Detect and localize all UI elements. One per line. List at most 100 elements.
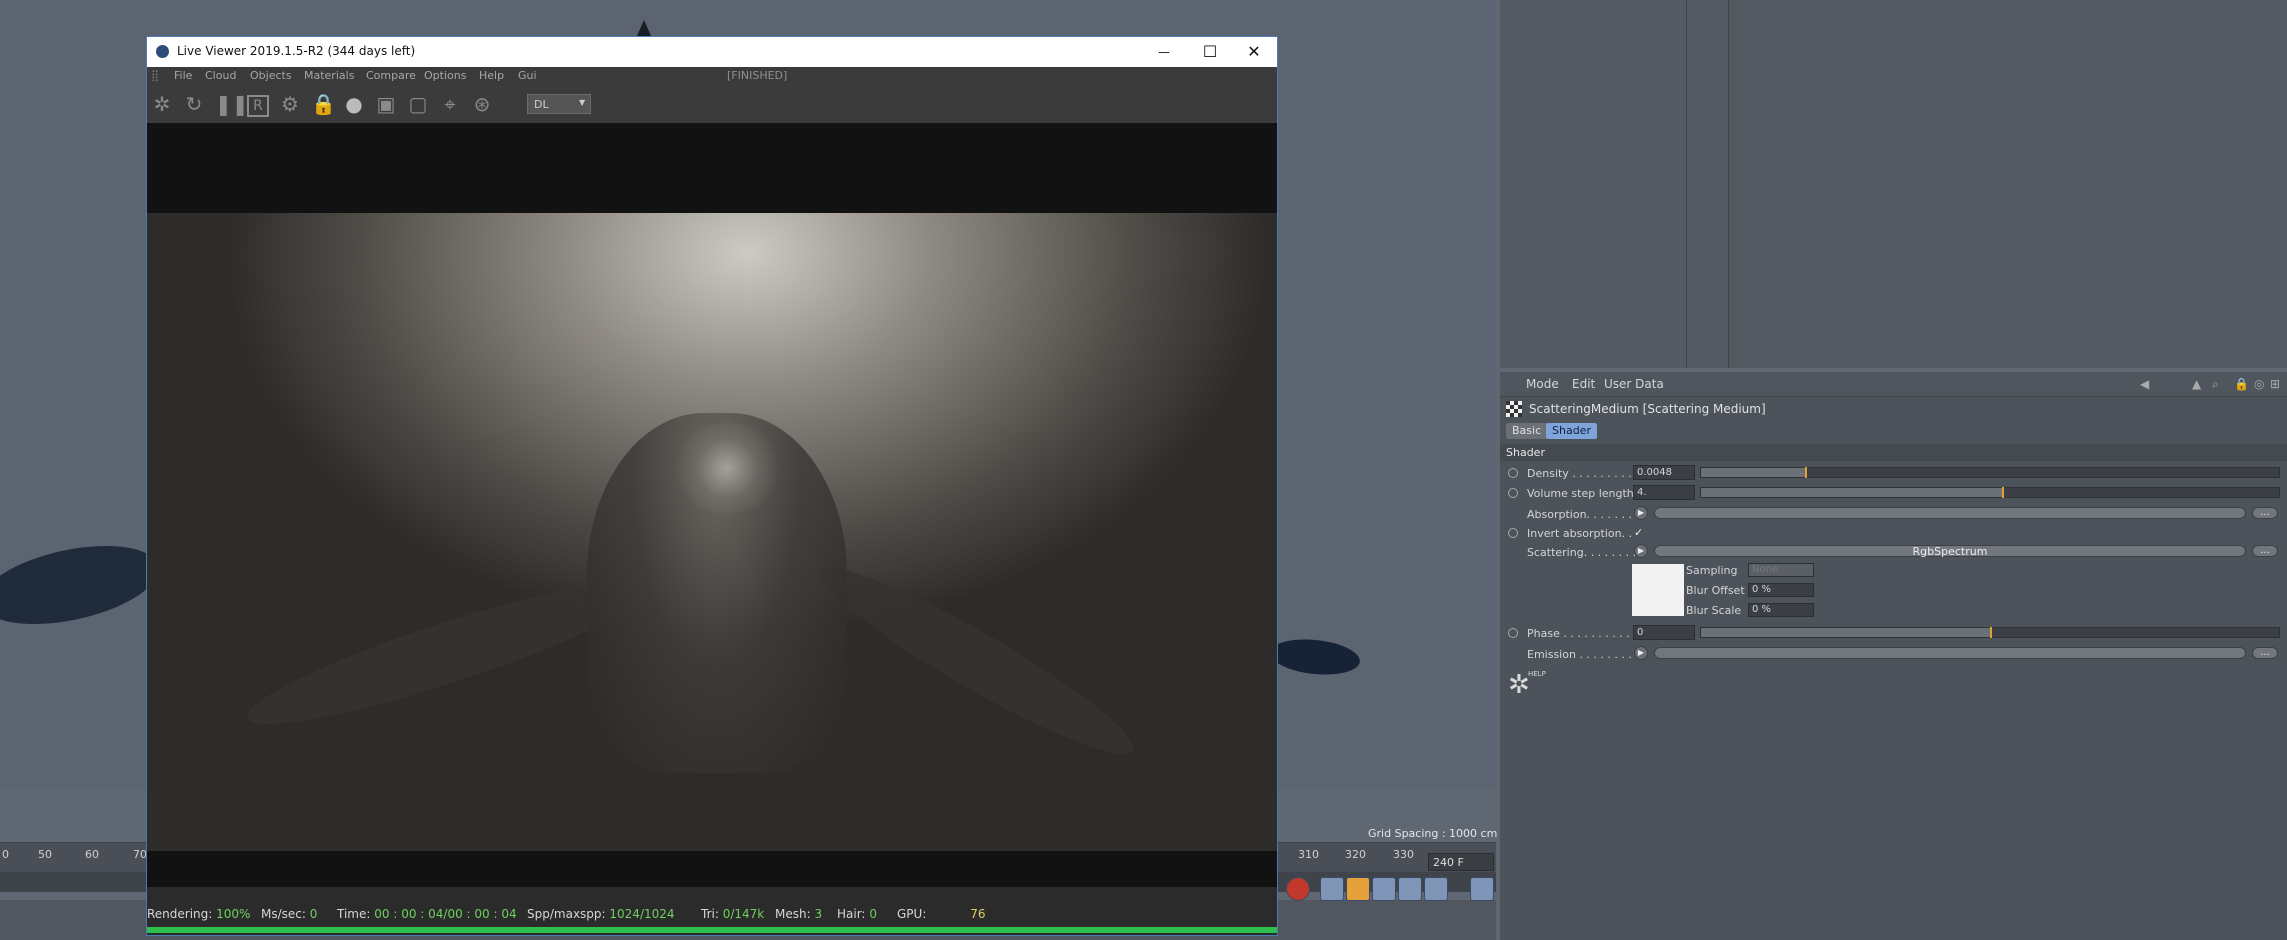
scattering-shader-button[interactable]: RgbSpectrum	[1654, 545, 2246, 558]
object-list-column[interactable]	[1500, 0, 1687, 368]
live-viewer-window: Live Viewer 2019.1.5-R2 (344 days left) …	[146, 36, 1278, 936]
emission-expand-icon[interactable]: ▶	[1634, 646, 1648, 660]
tab-shader[interactable]: Shader	[1546, 423, 1597, 439]
window-title: Live Viewer 2019.1.5-R2 (344 days left)	[177, 44, 416, 58]
subsample-icon[interactable]: ▢	[407, 93, 429, 115]
lock-icon[interactable]: 🔒	[311, 93, 336, 115]
volume-step-input[interactable]: 4.	[1633, 485, 1695, 500]
time-label: Time:	[337, 907, 371, 921]
phase-slider-marker[interactable]	[1990, 627, 1992, 638]
mesh-value: 3	[814, 907, 823, 921]
phase-label: Phase . . . . . . . . . . . .	[1527, 627, 1644, 640]
tri-value: 0/147k	[722, 907, 765, 921]
absorption-shader-button[interactable]	[1654, 507, 2246, 519]
sampling-select[interactable]: None	[1748, 563, 1814, 577]
rotate-tool-button[interactable]	[1372, 877, 1396, 901]
render-image	[147, 213, 1277, 851]
pick-focus-icon[interactable]: ⌖	[439, 93, 461, 115]
menu-cloud[interactable]: Cloud	[205, 69, 236, 82]
absorption-options-button[interactable]: ...	[2252, 507, 2278, 519]
restart-icon[interactable]: ↻	[183, 93, 205, 115]
section-header	[1500, 444, 2287, 461]
timeline-tick: 60	[85, 848, 99, 861]
rendering-value: 100%	[216, 907, 251, 921]
absorption-expand-icon[interactable]: ▶	[1634, 506, 1648, 520]
menu-edit[interactable]: Edit	[1572, 377, 1595, 391]
emission-shader-button[interactable]	[1654, 647, 2246, 659]
menu-options[interactable]: Options	[424, 69, 466, 82]
invert-absorption-label: Invert absorption. .	[1527, 527, 1633, 540]
rgb-spectrum-preview	[1632, 564, 1684, 616]
menu-help[interactable]: Help	[479, 69, 504, 82]
timeline-tick: 70	[133, 848, 147, 861]
step-animate-radio[interactable]	[1508, 488, 1518, 498]
density-input[interactable]: 0.0048	[1633, 465, 1695, 480]
mssec-label: Ms/sec:	[261, 907, 306, 921]
minimize-button[interactable]: —	[1141, 37, 1187, 67]
target-icon[interactable]: ◎	[2254, 377, 2264, 391]
blur-scale-input[interactable]: 0 %	[1748, 603, 1814, 617]
material-ball-icon[interactable]: ●	[343, 93, 365, 115]
menu-compare[interactable]: Compare	[366, 69, 416, 82]
help-button[interactable]	[1286, 877, 1310, 901]
density-slider-marker[interactable]	[1805, 467, 1808, 478]
density-label: Density . . . . . . . . . .	[1527, 467, 1639, 480]
region-render-icon[interactable]: R	[247, 95, 269, 117]
blur-offset-input[interactable]: 0 %	[1748, 583, 1814, 597]
phase-input[interactable]: 0	[1633, 625, 1695, 640]
new-panel-icon[interactable]: ⊞	[2270, 377, 2280, 391]
volume-step-slider-marker[interactable]	[2001, 487, 2004, 498]
density-animate-radio[interactable]	[1508, 468, 1518, 478]
clay-mode-icon[interactable]: ▣	[375, 93, 397, 115]
scattering-expand-icon[interactable]: ▶	[1634, 544, 1648, 558]
menu-gui[interactable]: Gui	[518, 69, 537, 82]
tab-basic[interactable]: Basic	[1506, 423, 1548, 439]
title-bar[interactable]: Live Viewer 2019.1.5-R2 (344 days left) …	[147, 37, 1277, 67]
chevron-down-icon[interactable]: ▼	[579, 98, 585, 107]
emission-label: Emission . . . . . . . . .	[1527, 648, 1639, 661]
menu-materials[interactable]: Materials	[304, 69, 354, 82]
menu-mode[interactable]: Mode	[1526, 377, 1559, 391]
film-button[interactable]	[1470, 877, 1494, 901]
tri-stat: Tri: 0/147k	[701, 907, 764, 921]
menu-file[interactable]: File	[174, 69, 192, 82]
scale-tool-button[interactable]	[1346, 877, 1370, 901]
settings-gear-icon[interactable]: ⚙	[279, 93, 301, 115]
rendering-label: Rendering:	[147, 907, 213, 921]
render-canvas[interactable]	[147, 123, 1277, 887]
mesh-stat: Mesh: 3	[775, 907, 822, 921]
density-slider[interactable]	[1700, 467, 2280, 478]
absorption-label: Absorption. . . . . . . .	[1527, 508, 1639, 521]
search-icon[interactable]: ⌕	[2212, 377, 2219, 392]
scattering-options-button[interactable]: ...	[2252, 545, 2278, 557]
pause-icon[interactable]: ❚❚	[215, 93, 249, 115]
pick-material-icon[interactable]: ⊛	[471, 93, 493, 115]
spp-value: 1024/1024	[609, 907, 675, 921]
mssec-stat: Ms/sec: 0	[261, 907, 317, 921]
volume-step-slider[interactable]	[1700, 487, 2280, 498]
close-button[interactable]: ✕	[1231, 37, 1277, 67]
render-status: [FINISHED]	[727, 69, 788, 82]
grid-button[interactable]	[1424, 877, 1448, 901]
timeline-tick: 50	[38, 848, 52, 861]
up-arrow-icon[interactable]: ▲	[2192, 377, 2201, 391]
back-arrow-icon[interactable]: ◀	[2140, 377, 2149, 391]
blur-offset-label: Blur Offset	[1686, 584, 1745, 597]
menu-objects[interactable]: Objects	[250, 69, 292, 82]
lock-icon[interactable]: 🔒	[2234, 377, 2249, 391]
object-tags-column[interactable]	[1688, 0, 1729, 368]
invert-animate-radio[interactable]	[1508, 528, 1518, 538]
timeline-tick: 330	[1393, 848, 1414, 861]
phase-animate-radio[interactable]	[1508, 628, 1518, 638]
move-tool-button[interactable]	[1320, 877, 1344, 901]
phase-slider[interactable]	[1700, 627, 2280, 638]
emission-options-button[interactable]: ...	[2252, 647, 2278, 659]
menu-user-data[interactable]: User Data	[1604, 377, 1664, 391]
end-frame-field[interactable]: 240 F	[1428, 853, 1494, 871]
parameter-button[interactable]	[1398, 877, 1422, 901]
octane-logo-icon[interactable]: ✲	[151, 93, 173, 115]
scattering-label: Scattering. . . . . . . . .	[1527, 546, 1644, 559]
maximize-button[interactable]: ☐	[1187, 37, 1233, 67]
invert-absorption-checkbox[interactable]: ✓	[1634, 526, 1643, 539]
mesh-label: Mesh:	[775, 907, 811, 921]
